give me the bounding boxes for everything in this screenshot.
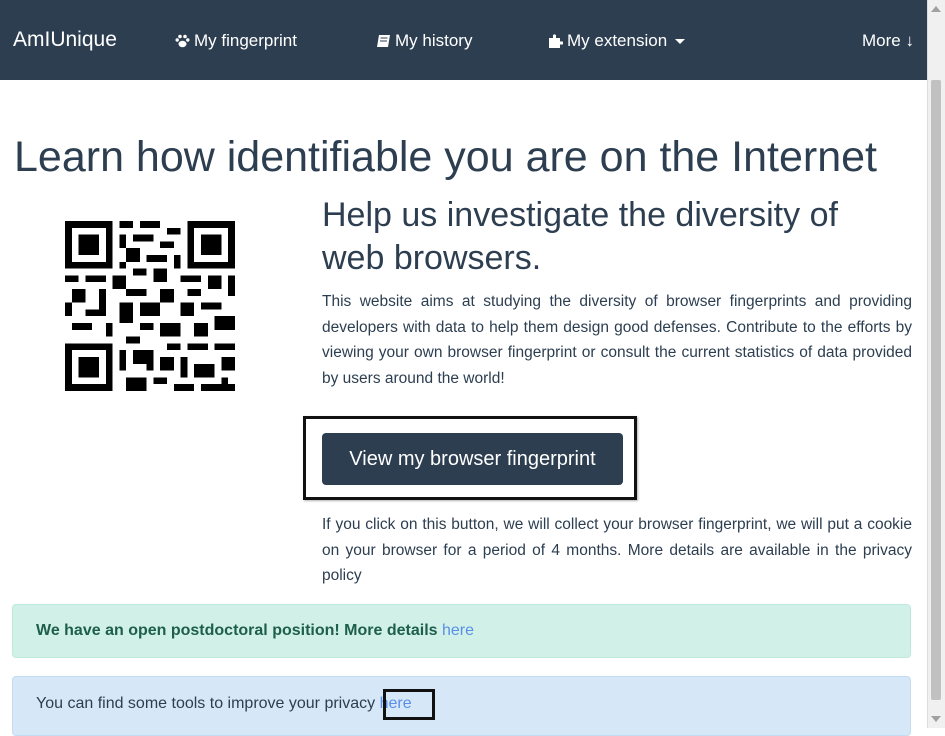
nav-my-history[interactable]: My history: [376, 31, 472, 51]
postdoc-alert-text: We have an open postdoctoral position! M…: [36, 622, 438, 639]
book-icon: [377, 35, 390, 47]
nav-my-fingerprint[interactable]: My fingerprint: [175, 31, 297, 51]
nav-my-history-label: My history: [395, 31, 473, 50]
nav-my-extension[interactable]: My extension: [548, 31, 686, 51]
intro-paragraph: This website aims at studying the divers…: [322, 293, 912, 387]
scrollbar-thumb[interactable]: [931, 80, 941, 700]
puzzle-icon: [549, 34, 563, 48]
top-navbar: AmIUnique My fingerprint My history My e…: [0, 0, 928, 80]
paw-icon: [175, 34, 190, 48]
qr-code-icon: [65, 221, 235, 391]
privacy-tools-alert: You can find some tools to improve your …: [12, 676, 911, 736]
scroll-up-arrow-icon[interactable]: [931, 6, 941, 12]
postdoc-alert: We have an open postdoctoral position! M…: [12, 604, 911, 658]
highlight-frame-link: [383, 689, 435, 720]
privacy-alert-text: You can find some tools to improve your …: [36, 695, 376, 712]
postdoc-link[interactable]: here: [442, 622, 474, 639]
brand-logo[interactable]: AmIUnique: [13, 28, 117, 52]
scroll-down-arrow-icon[interactable]: [931, 716, 941, 722]
chevron-down-icon: [675, 38, 686, 44]
nav-more[interactable]: More ↓: [862, 31, 914, 51]
page-title: Learn how identifiable you are on the In…: [14, 133, 877, 181]
view-fingerprint-button[interactable]: View my browser fingerprint: [322, 433, 623, 485]
section-heading: Help us investigate the diversity of web…: [322, 196, 838, 277]
nav-my-fingerprint-label: My fingerprint: [194, 31, 297, 50]
vertical-scrollbar[interactable]: [927, 0, 945, 728]
nav-my-extension-label: My extension: [567, 31, 668, 50]
disclaimer-paragraph: If you click on this button, we will col…: [322, 516, 912, 584]
